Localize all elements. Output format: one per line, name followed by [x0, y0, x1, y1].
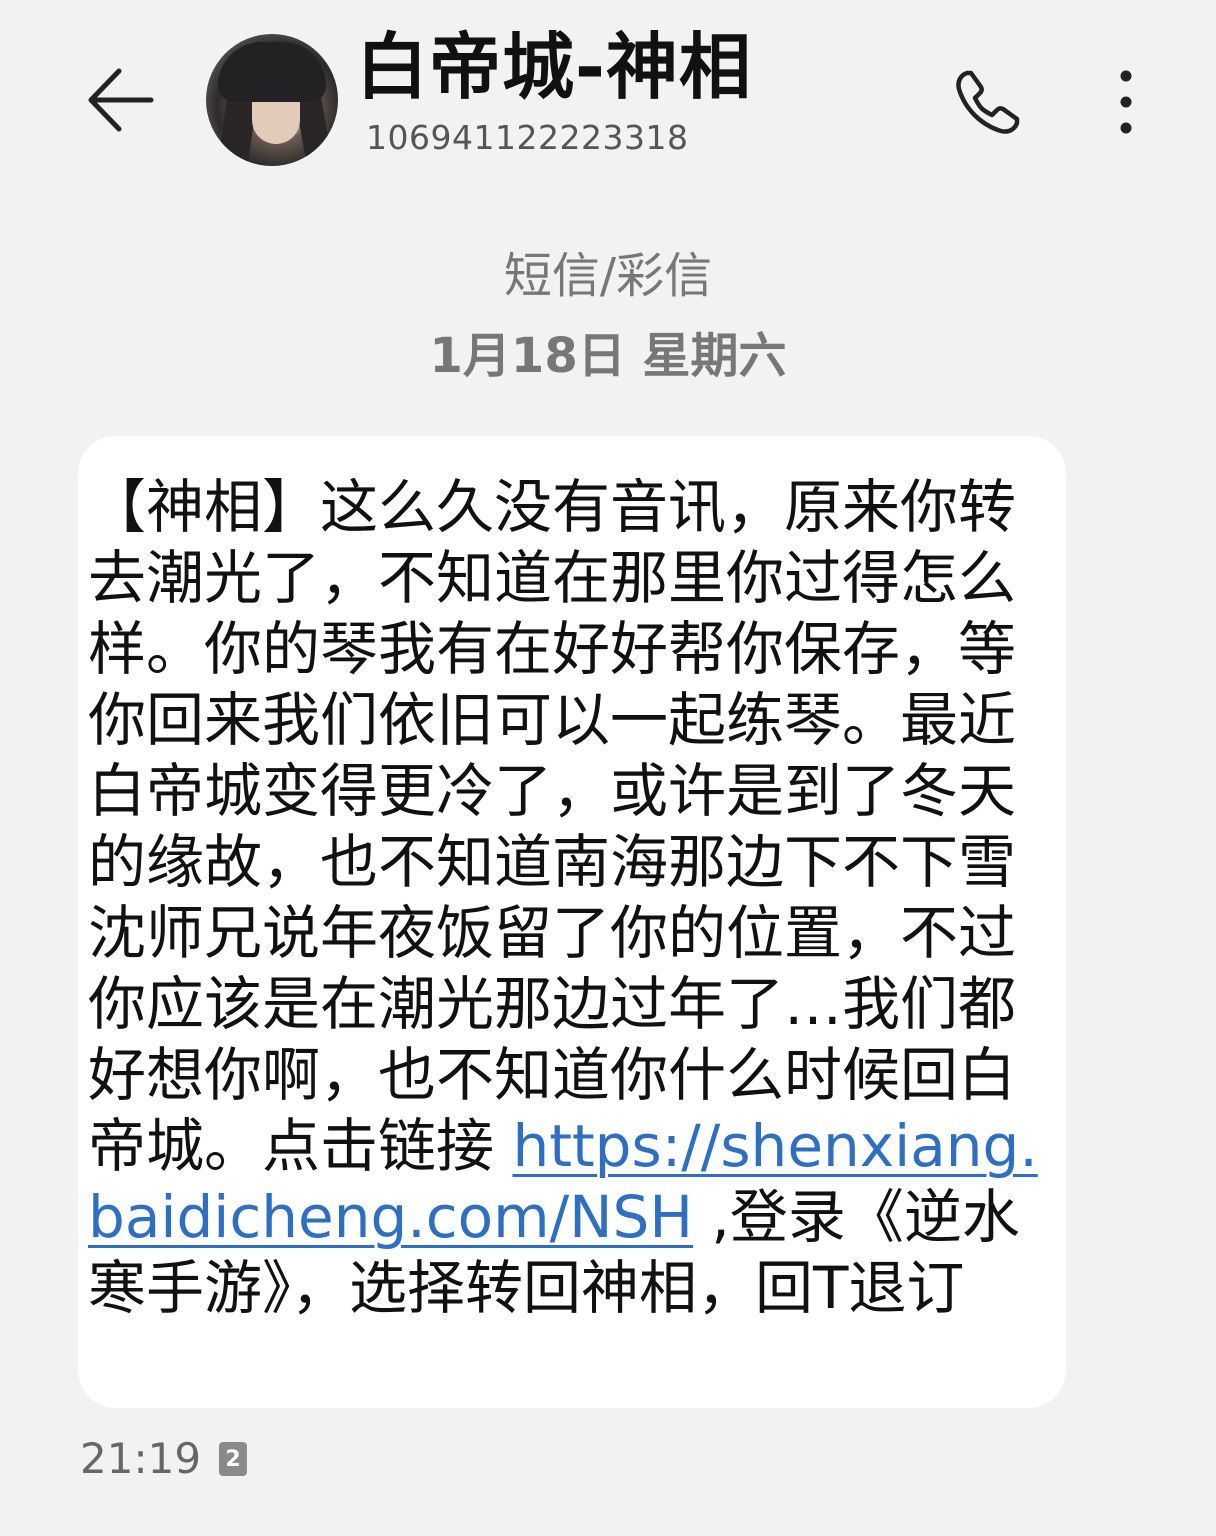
message-line: 白帝城变得更冷了，或许是到了冬天: [88, 757, 1017, 825]
message-line: 沈师兄说年夜饭留了你的位置，不过: [88, 899, 1017, 967]
message-time: 21:19: [80, 1434, 202, 1483]
message-line-text: 帝城。点击链接: [88, 1112, 513, 1180]
message-line: 样。你的琴我有在好好帮你保存，等: [88, 615, 1017, 683]
sim-badge-icon: 2: [219, 1442, 248, 1476]
arrow-left-icon: [88, 68, 154, 132]
conversation-header: 白帝城-神相 106941122223318: [0, 0, 1216, 190]
more-vertical-icon: [1120, 70, 1132, 134]
more-options-button[interactable]: [1096, 56, 1156, 148]
phone-icon: [956, 70, 1020, 134]
message-line-text: ,登录《逆水: [692, 1183, 1020, 1251]
channel-label: 短信/彩信: [503, 248, 713, 304]
message-line: 去潮光了，不知道在那里你过得怎么: [88, 544, 1017, 612]
message-meta: 21:19 2: [80, 1434, 248, 1484]
message-line: 寒手游》，选择转回神相，回T退订: [88, 1254, 965, 1322]
message-link[interactable]: https://shenxiang.: [512, 1112, 1037, 1180]
call-button[interactable]: [944, 58, 1032, 146]
message-line: baidicheng.com/NSH ,登录《逆水: [88, 1182, 1044, 1253]
message-line: 好想你啊，也不知道你什么时候回白: [88, 1041, 1017, 1109]
contact-name: 白帝城-神相: [356, 25, 752, 109]
date-separator: 1月18日 星期六: [429, 328, 787, 384]
message-line: 帝城。点击链接 https://shenxiang.: [88, 1111, 1044, 1182]
back-button[interactable]: [80, 62, 160, 138]
message-line: 【神相】这么久没有音讯，原来你转: [88, 473, 1017, 541]
message-line: 你回来我们依旧可以一起练琴。最近: [88, 686, 1017, 754]
message-text: 【神相】这么久没有音讯，原来你转 去潮光了，不知道在那里你过得怎么 样。你的琴我…: [88, 472, 1044, 1324]
avatar[interactable]: [206, 34, 338, 166]
message-bubble[interactable]: 【神相】这么久没有音讯，原来你转 去潮光了，不知道在那里你过得怎么 样。你的琴我…: [78, 436, 1066, 1408]
contact-number: 106941122223318: [366, 118, 689, 157]
message-link[interactable]: baidicheng.com/NSH: [88, 1183, 693, 1251]
message-line: 你应该是在潮光那边过年了…我们都: [88, 970, 1017, 1038]
message-line: 的缘故，也不知道南海那边下不下雪: [88, 828, 1017, 896]
